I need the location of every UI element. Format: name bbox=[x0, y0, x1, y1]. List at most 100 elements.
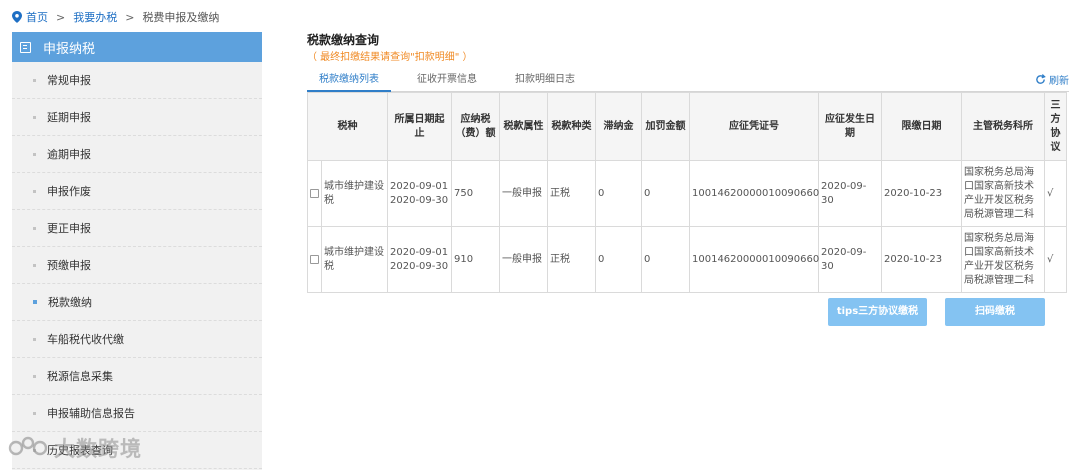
cell-amount: 910 bbox=[451, 226, 500, 293]
breadcrumb-current: 税费申报及缴纳 bbox=[142, 11, 220, 24]
header-period: 所属日期起止 bbox=[387, 92, 452, 161]
header-late-fee: 滞纳金 bbox=[595, 92, 642, 161]
bullet-icon bbox=[33, 115, 36, 119]
cell-tax-type: 城市维护建设税 bbox=[321, 160, 388, 227]
cell-occur-date: 2020-09-30 bbox=[818, 226, 882, 293]
refresh-icon bbox=[1036, 74, 1046, 84]
header-office: 主管税务科所 bbox=[961, 92, 1045, 161]
tab-deduction-log[interactable]: 扣款明细日志 bbox=[503, 70, 587, 92]
tab-invoice-info[interactable]: 征收开票信息 bbox=[405, 70, 489, 92]
bullet-icon bbox=[33, 300, 37, 304]
page-title: 税款缴纳查询 bbox=[307, 33, 380, 47]
sidebar-item-label: 更正申报 bbox=[47, 222, 91, 235]
header-penalty: 加罚金额 bbox=[641, 92, 690, 161]
sidebar-item-label: 税款缴纳 bbox=[48, 296, 92, 309]
breadcrumb: 首页 > 我要办税 > 税费申报及缴纳 bbox=[12, 8, 219, 26]
bullet-icon bbox=[33, 337, 36, 341]
sidebar-item-regular-declaration[interactable]: 常规申报 bbox=[12, 62, 262, 99]
refresh-button[interactable]: 刷新 bbox=[1035, 72, 1069, 87]
cell-period-end: 2020-09-30 bbox=[390, 194, 449, 206]
header-occur-date: 应征发生日期 bbox=[818, 92, 882, 161]
breadcrumb-tax-link[interactable]: 我要办税 bbox=[73, 9, 117, 25]
table-header-row: 税种 所属日期起止 应纳税（费）额 税款属性 税款种类 滞纳金 加罚金额 应征凭… bbox=[307, 92, 1067, 161]
tips-agreement-pay-button[interactable]: tips三方协议缴税 bbox=[828, 298, 927, 326]
cell-period: 2020-09-01 2020-09-30 bbox=[387, 226, 452, 293]
cell-attribute: 一般申报 bbox=[499, 160, 548, 227]
cell-period: 2020-09-01 2020-09-30 bbox=[387, 160, 452, 227]
sidebar-item-label: 预缴申报 bbox=[47, 259, 91, 272]
header-amount: 应纳税（费）额 bbox=[451, 92, 500, 161]
cell-voucher-no: 10014620000010090660 bbox=[689, 226, 819, 293]
result-note: （ 最终扣缴结果请查询"扣款明细" ） bbox=[307, 52, 473, 63]
breadcrumb-home-link[interactable]: 首页 bbox=[26, 9, 48, 25]
cell-office: 国家税务总局海口国家高新技术产业开发区税务局税源管理二科 bbox=[961, 160, 1045, 227]
tax-payment-table: 税种 所属日期起止 应纳税（费）额 税款属性 税款种类 滞纳金 加罚金额 应征凭… bbox=[307, 92, 1067, 293]
cell-late-fee: 0 bbox=[595, 226, 642, 293]
watermark: 大数跨境 bbox=[8, 433, 142, 463]
sidebar-item-overdue-declaration[interactable]: 逾期申报 bbox=[12, 136, 262, 173]
cell-occur-date: 2020-09-30 bbox=[818, 160, 882, 227]
cell-period-start: 2020-09-01 bbox=[390, 180, 449, 192]
sidebar-item-tax-payment[interactable]: 税款缴纳 bbox=[12, 284, 262, 321]
cell-voucher-no: 10014620000010090660 bbox=[689, 160, 819, 227]
header-voucher-no: 应征凭证号 bbox=[689, 92, 819, 161]
tab-bar: 税款缴纳列表 征收开票信息 扣款明细日志 刷新 bbox=[307, 70, 1069, 92]
cell-penalty: 0 bbox=[641, 160, 690, 227]
sidebar-item-extension-declaration[interactable]: 延期申报 bbox=[12, 99, 262, 136]
cell-late-fee: 0 bbox=[595, 160, 642, 227]
sidebar-item-label: 常规申报 bbox=[47, 74, 91, 87]
tab-payment-list[interactable]: 税款缴纳列表 bbox=[307, 70, 391, 92]
cell-attribute: 一般申报 bbox=[499, 226, 548, 293]
refresh-label: 刷新 bbox=[1049, 76, 1069, 87]
cell-agreement: √ bbox=[1044, 160, 1067, 227]
sidebar-item-void-declaration[interactable]: 申报作废 bbox=[12, 173, 262, 210]
cell-kind: 正税 bbox=[547, 226, 596, 293]
table-row: 城市维护建设税 2020-09-01 2020-09-30 910 一般申报 正税… bbox=[307, 226, 1067, 293]
header-deadline: 限缴日期 bbox=[881, 92, 962, 161]
breadcrumb-separator: > bbox=[56, 10, 66, 24]
watermark-logo-icon bbox=[8, 436, 48, 456]
breadcrumb-separator: > bbox=[125, 10, 135, 24]
sidebar-item-label: 申报作废 bbox=[47, 185, 91, 198]
cell-amount: 750 bbox=[451, 160, 500, 227]
row-checkbox-cell bbox=[307, 226, 322, 293]
cell-penalty: 0 bbox=[641, 226, 690, 293]
sidebar-item-correction-declaration[interactable]: 更正申报 bbox=[12, 210, 262, 247]
sidebar-item-label: 申报辅助信息报告 bbox=[47, 407, 135, 420]
bullet-icon bbox=[33, 226, 36, 230]
bullet-icon bbox=[33, 189, 36, 193]
cell-period-end: 2020-09-30 bbox=[390, 260, 449, 272]
cell-tax-type: 城市维护建设税 bbox=[321, 226, 388, 293]
watermark-text: 大数跨境 bbox=[54, 437, 142, 461]
header-tax-type: 税种 bbox=[307, 92, 388, 161]
cell-deadline: 2020-10-23 bbox=[881, 160, 962, 227]
header-agreement: 三方协议 bbox=[1044, 92, 1067, 161]
sidebar-item-tax-source-collection[interactable]: 税源信息采集 bbox=[12, 358, 262, 395]
scan-pay-button[interactable]: 扫码缴税 bbox=[945, 298, 1045, 326]
table-row: 城市维护建设税 2020-09-01 2020-09-30 750 一般申报 正税… bbox=[307, 160, 1067, 227]
list-icon bbox=[20, 41, 31, 53]
sidebar-item-label: 延期申报 bbox=[47, 111, 91, 124]
sidebar-item-auxiliary-report[interactable]: 申报辅助信息报告 bbox=[12, 395, 262, 432]
sidebar-item-label: 逾期申报 bbox=[47, 148, 91, 161]
bullet-icon bbox=[33, 263, 36, 267]
header-kind: 税款种类 bbox=[547, 92, 596, 161]
sidebar-item-vehicle-tax[interactable]: 车船税代收代缴 bbox=[12, 321, 262, 358]
sidebar-item-label: 车船税代收代缴 bbox=[47, 333, 124, 346]
cell-kind: 正税 bbox=[547, 160, 596, 227]
row-checkbox[interactable] bbox=[310, 255, 319, 264]
cell-period-start: 2020-09-01 bbox=[390, 246, 449, 258]
cell-office: 国家税务总局海口国家高新技术产业开发区税务局税源管理二科 bbox=[961, 226, 1045, 293]
cell-deadline: 2020-10-23 bbox=[881, 226, 962, 293]
cell-agreement: √ bbox=[1044, 226, 1067, 293]
bullet-icon bbox=[33, 411, 36, 415]
bullet-icon bbox=[33, 78, 36, 82]
sidebar-title: 申报纳税 bbox=[43, 41, 96, 57]
sidebar-item-prepayment-declaration[interactable]: 预缴申报 bbox=[12, 247, 262, 284]
row-checkbox[interactable] bbox=[310, 189, 319, 198]
sidebar: 申报纳税 常规申报 延期申报 逾期申报 申报作废 更正申报 预缴申报 税款缴纳 … bbox=[12, 32, 262, 470]
sidebar-header[interactable]: 申报纳税 bbox=[12, 32, 262, 62]
bullet-icon bbox=[33, 152, 36, 156]
header-attribute: 税款属性 bbox=[499, 92, 548, 161]
bullet-icon bbox=[33, 374, 36, 378]
